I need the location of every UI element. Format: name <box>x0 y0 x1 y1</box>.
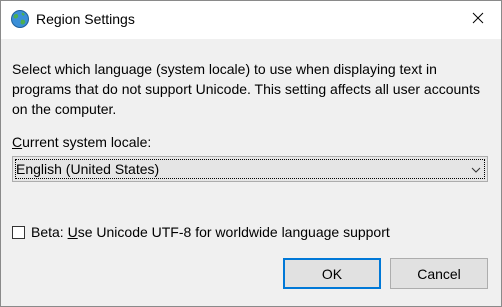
region-settings-dialog: Region Settings Select which language (s… <box>0 0 502 307</box>
chevron-down-icon <box>470 163 482 175</box>
description-text: Select which language (system locale) to… <box>12 61 480 117</box>
ok-button[interactable]: OK <box>283 258 381 289</box>
system-locale-dropdown[interactable]: English (United States) <box>12 156 488 182</box>
cancel-button[interactable]: Cancel <box>390 258 488 289</box>
locale-label-rest: urrent system locale: <box>22 134 152 150</box>
globe-icon <box>10 9 30 29</box>
locale-label-mnemonic: C <box>12 134 23 150</box>
beta-utf8-label: Beta: Use Unicode UTF-8 for worldwide la… <box>31 224 390 240</box>
beta-label-prefix: Beta: <box>31 224 68 240</box>
close-icon <box>472 11 484 29</box>
dialog-content: Select which language (system locale) to… <box>1 39 501 306</box>
window-title: Region Settings <box>36 11 135 27</box>
title-bar: Region Settings <box>1 1 501 39</box>
beta-label-rest: se Unicode UTF-8 for worldwide language … <box>77 224 390 240</box>
beta-label-mnemonic: U <box>67 224 78 240</box>
beta-utf8-checkbox[interactable] <box>12 226 25 239</box>
close-button[interactable] <box>455 1 501 39</box>
selected-locale: English (United States) <box>16 161 160 177</box>
current-locale-label: Current system locale: <box>12 134 151 150</box>
